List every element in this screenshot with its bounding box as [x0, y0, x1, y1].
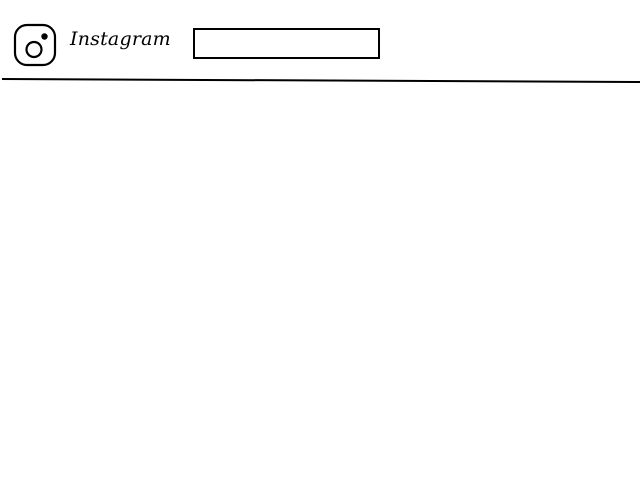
brand-wordmark[interactable]: Instagram: [70, 28, 171, 50]
search-input[interactable]: [193, 28, 380, 59]
instagram-logo-icon[interactable]: [12, 22, 58, 68]
page: Instagram: [0, 0, 640, 480]
main-content: [0, 84, 640, 480]
